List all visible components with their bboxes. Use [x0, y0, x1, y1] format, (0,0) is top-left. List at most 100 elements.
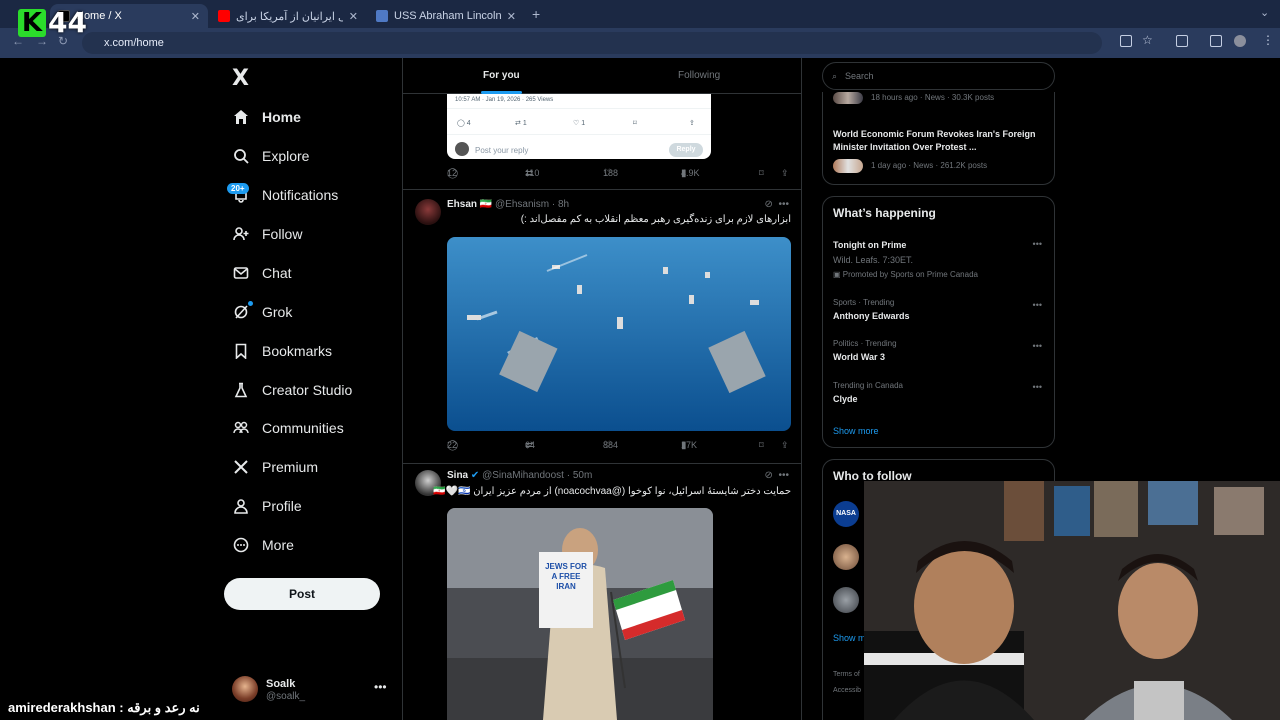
author-name[interactable]: Sina	[447, 470, 468, 481]
account-switcher[interactable]: Soalk @soalk_ •••	[232, 676, 392, 704]
protest-sign-text: JEWS FOR A FREE IRAN	[545, 562, 587, 591]
close-tab-icon[interactable]: ✕	[507, 10, 516, 23]
profile-avatar-icon[interactable]	[1234, 35, 1246, 47]
sidebar-item-creator-studio[interactable]: Creator Studio	[232, 378, 352, 402]
sidebar-item-label: Follow	[262, 226, 303, 242]
trend-title[interactable]: Clyde	[833, 394, 858, 404]
grok-new-dot	[248, 301, 253, 306]
home-icon	[232, 108, 250, 126]
grok-icon[interactable]: ⊘	[765, 470, 773, 481]
author-handle[interactable]: @SinaMihandoost	[482, 470, 564, 481]
bookmark-icon[interactable]: ⌑	[759, 440, 764, 451]
tweet-tools: ⊘ •••	[765, 470, 789, 481]
avatar[interactable]	[415, 199, 441, 225]
notification-count-badge: 20+	[227, 183, 249, 194]
search-input[interactable]: ⌕ Search	[822, 62, 1055, 90]
grok-icon[interactable]: ⊘	[765, 199, 773, 210]
tab-following[interactable]: Following	[678, 58, 720, 94]
more-dots-icon[interactable]: •••	[778, 470, 789, 481]
tweet-header: Sina ✔ @SinaMihandoost · 50m	[447, 470, 592, 481]
show-more-link[interactable]: Show more	[833, 426, 879, 436]
tweet-actions: ◯ 12 ⇄ 110 ♡ 188 ▮ 4.9K ⌑ ⇪	[447, 168, 793, 184]
divider	[403, 463, 801, 464]
quote-reply-count: ◯ 4	[457, 120, 471, 127]
more-dots-icon[interactable]: •••	[778, 199, 789, 210]
share-icon[interactable]: ⇪	[781, 440, 789, 451]
search-icon	[232, 147, 250, 165]
star-icon[interactable]: ☆	[1142, 33, 1153, 47]
tab-title: مطالبه ملی ایرانیان از آمریکا برای ...	[236, 10, 343, 23]
x-icon	[232, 458, 250, 476]
kebab-menu-icon[interactable]: ⋮	[1262, 33, 1274, 47]
sidebar-item-communities[interactable]: Communities	[232, 416, 344, 440]
trend-title[interactable]: Anthony Edwards	[833, 311, 910, 321]
promoted-line: ▣ Promoted by Sports on Prime Canada	[833, 270, 978, 279]
tweet-text: ابزارهای لازم برای زنده‌گیری رهبر معظم ا…	[520, 214, 791, 225]
close-tab-icon[interactable]: ✕	[191, 10, 200, 23]
author-name[interactable]: Ehsan	[447, 199, 477, 210]
tweet-image-carriers[interactable]	[447, 237, 791, 431]
quote-reply-value: 4	[466, 120, 471, 127]
avatar[interactable]	[833, 544, 859, 570]
url-input[interactable]: x.com/home	[82, 32, 1102, 54]
tab-strip: Home / X ✕ مطالبه ملی ایرانیان از آمریکا…	[0, 0, 1280, 28]
tweet-time[interactable]: 50m	[573, 470, 592, 481]
media-controls-icon[interactable]	[1210, 35, 1222, 47]
sidebar-item-label: Chat	[262, 265, 292, 281]
show-more-link[interactable]: Show m	[833, 633, 866, 643]
views-count: 17K	[681, 440, 698, 450]
post-button[interactable]: Post	[224, 578, 380, 610]
news-meta: 1 day ago · News · 261.2K posts	[871, 161, 988, 170]
sidebar-item-more[interactable]: More	[232, 533, 294, 557]
tab-search-chevron-icon[interactable]: ⌄	[1260, 6, 1269, 19]
close-tab-icon[interactable]: ✕	[349, 10, 358, 23]
tweet-image-protest[interactable]: JEWS FOR A FREE IRAN	[447, 508, 713, 720]
sidebar-item-profile[interactable]: Profile	[232, 494, 302, 518]
sidebar-item-premium[interactable]: Premium	[232, 455, 318, 479]
more-circle-icon	[232, 536, 250, 554]
sidebar-item-label: Communities	[262, 420, 344, 436]
streamer-webcam-feed	[864, 481, 1280, 720]
more-dots-icon[interactable]: •••	[1033, 382, 1042, 392]
more-dots-icon[interactable]: •••	[374, 680, 387, 694]
sidebar-item-explore[interactable]: Explore	[232, 144, 309, 168]
browser-tab-youtube[interactable]: مطالبه ملی ایرانیان از آمریکا برای ... ✕	[210, 4, 366, 28]
reply-button[interactable]: Reply	[669, 143, 703, 157]
sidebar-item-grok[interactable]: Grok	[232, 300, 292, 324]
sidebar-item-chat[interactable]: Chat	[232, 261, 292, 285]
quoted-post-card[interactable]: 10:57 AM · Jan 19, 2026 · 265 Views ◯ 4 …	[447, 94, 711, 159]
new-tab-button[interactable]: +	[532, 6, 540, 22]
sidebar-item-home[interactable]: Home	[232, 105, 301, 129]
share-icon[interactable]: ⇪	[781, 168, 789, 179]
reply-input[interactable]: Post your reply	[475, 146, 528, 155]
tweet-text: حمایت دختر شایستهٔ اسرائیل، نوا کوخوا (@…	[433, 486, 791, 497]
avatar[interactable]: NASA	[833, 501, 859, 527]
tweet-time[interactable]: 8h	[558, 199, 569, 210]
tweet-tools: ⊘ •••	[765, 199, 789, 210]
bookmark-icon[interactable]: ⌑	[759, 168, 764, 179]
install-app-icon[interactable]	[1120, 35, 1132, 47]
trend-title[interactable]: Tonight on Prime	[833, 240, 906, 250]
extensions-icon[interactable]	[1176, 35, 1188, 47]
footer-link[interactable]: Terms of	[833, 671, 860, 678]
sidebar-item-label: Grok	[262, 304, 293, 320]
author-handle[interactable]: @Ehsanism	[495, 199, 549, 210]
footer-link[interactable]: Accessib	[833, 687, 861, 694]
avatar[interactable]	[833, 587, 859, 613]
tab-for-you[interactable]: For you	[481, 58, 522, 94]
divider	[447, 108, 711, 109]
quote-meta: 10:57 AM · Jan 19, 2026 · 265 Views	[455, 97, 554, 103]
sidebar-item-label: Bookmarks	[262, 343, 333, 359]
browser-chrome: Home / X ✕ مطالبه ملی ایرانیان از آمریکا…	[0, 0, 1280, 58]
sidebar-item-label: Premium	[262, 459, 319, 475]
trend-title[interactable]: World War 3	[833, 352, 885, 362]
more-dots-icon[interactable]: •••	[1033, 239, 1042, 249]
sidebar-item-label: Profile	[262, 498, 302, 514]
news-headline[interactable]: World Economic Forum Revokes Iran's Fore…	[833, 128, 1038, 154]
browser-tab-wikipedia[interactable]: USS Abraham Lincoln (CVN-... ✕	[368, 4, 524, 28]
sidebar-item-follow[interactable]: Follow	[232, 222, 302, 246]
more-dots-icon[interactable]: •••	[1033, 300, 1042, 310]
sidebar-item-bookmarks[interactable]: Bookmarks	[232, 339, 332, 363]
more-dots-icon[interactable]: •••	[1033, 341, 1042, 351]
x-logo-icon[interactable]: X	[232, 66, 249, 91]
